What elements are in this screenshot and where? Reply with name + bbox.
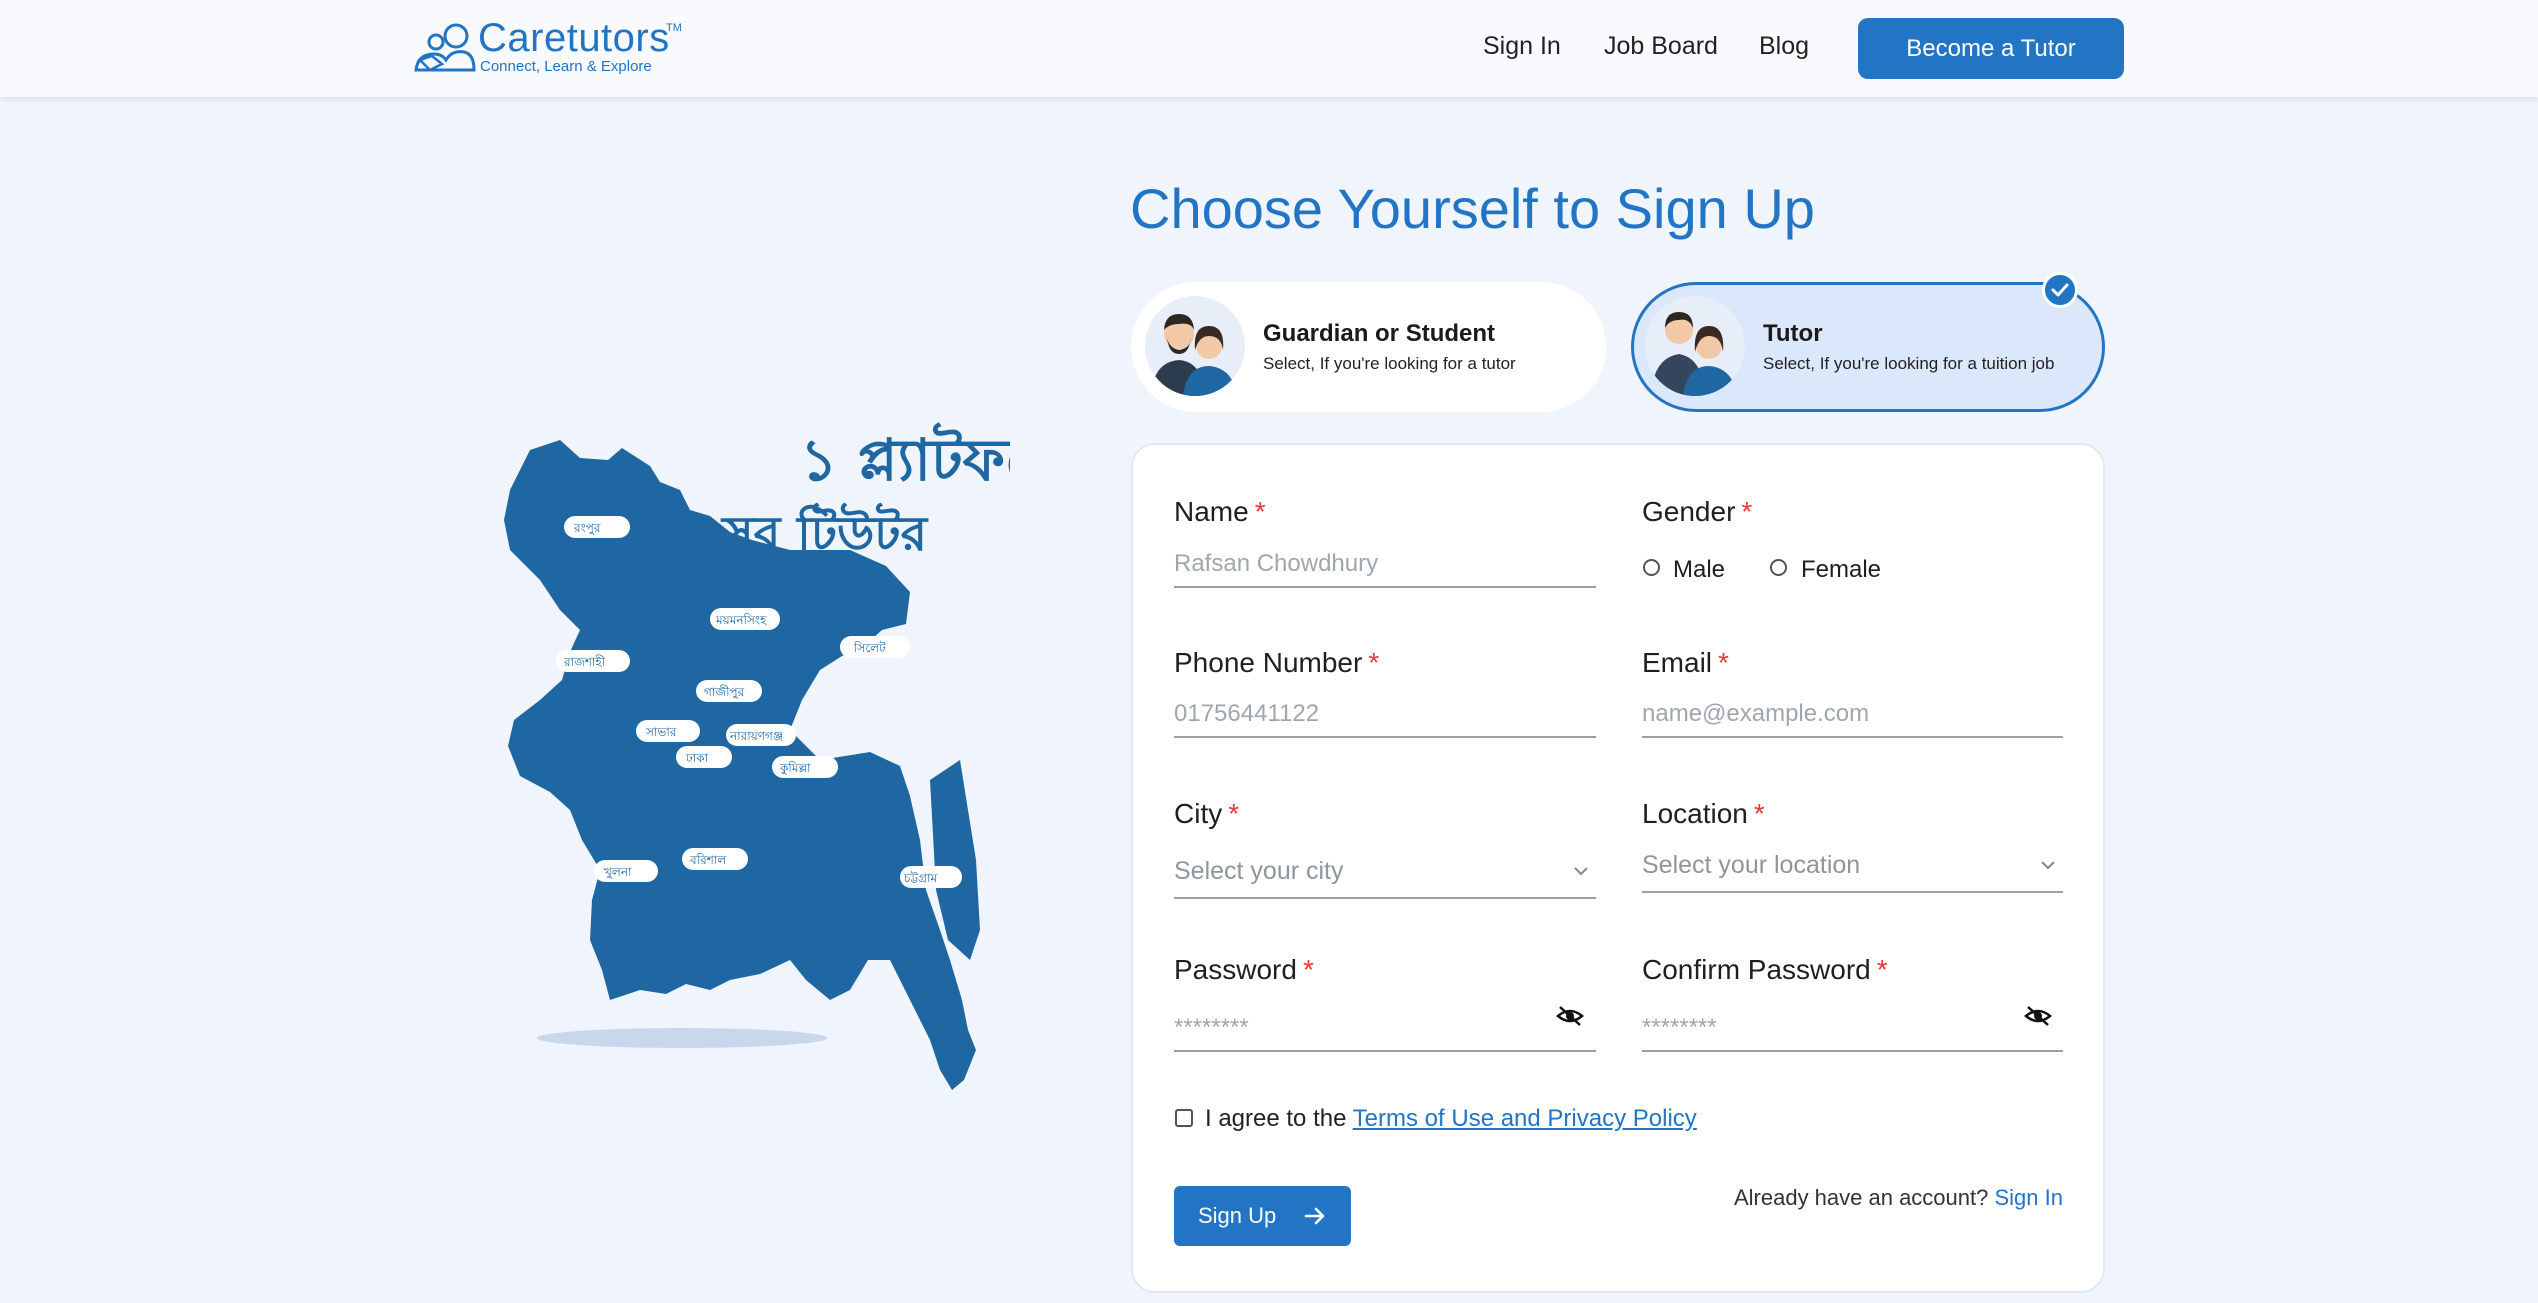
map-label-rajshahi: রাজশাহী	[563, 655, 606, 669]
hero-headline-line2: সব টিউটর	[720, 502, 929, 562]
city-select[interactable]: Select your city	[1174, 851, 1596, 899]
terms-link[interactable]: Terms of Use and Privacy Policy	[1353, 1105, 1697, 1132]
nav-job-board[interactable]: Job Board	[1604, 32, 1718, 61]
role-subtitle-tutor: Select, If you're looking for a tuition …	[1763, 354, 2055, 373]
map-label-narayanganj: নারায়ণগঞ্জ	[729, 729, 783, 743]
sign-up-button-label: Sign Up	[1198, 1203, 1277, 1228]
gender-male-label[interactable]: Male	[1673, 556, 1725, 584]
name-input[interactable]	[1174, 542, 1596, 588]
hero-headline-line1: ১ প্ল্যাটফর্মেই	[800, 422, 1010, 494]
city-select-value: Select your city	[1174, 857, 1344, 885]
page-title: Choose Yourself to Sign Up	[1130, 177, 1815, 240]
location-select[interactable]: Select your location	[1642, 845, 2063, 893]
terms-agreement-text: I agree to the Terms of Use and Privacy …	[1205, 1105, 1697, 1132]
map-label-khulna: খুলনা	[604, 865, 632, 880]
role-title-guardian: Guardian or Student	[1263, 320, 1496, 347]
location-select-value: Select your location	[1642, 851, 1861, 879]
map-label-dhaka: ঢাকা	[685, 751, 709, 765]
chevron-down-icon	[1574, 867, 1588, 876]
password-input[interactable]	[1174, 1006, 1596, 1052]
nav-blog[interactable]: Blog	[1759, 32, 1809, 61]
phone-input[interactable]	[1174, 692, 1596, 738]
logo-people-icon	[414, 23, 476, 72]
nav-sign-in[interactable]: Sign In	[1483, 32, 1561, 61]
terms-checkbox[interactable]	[1175, 1109, 1193, 1127]
map-label-savar: সাভার	[645, 725, 677, 739]
bangladesh-map-graphic: ১ প্ল্যাটফর্মেই সব টিউটর রংপুর ময়মনসিংহ…	[504, 422, 1010, 1090]
map-label-mymensingh: ময়মনসিংহ	[715, 613, 767, 627]
email-input[interactable]	[1642, 692, 2063, 738]
become-tutor-button[interactable]: Become a Tutor	[1858, 18, 2124, 79]
eye-off-icon[interactable]	[1556, 1005, 1584, 1027]
already-account-text: Already have an account? Sign In	[1733, 1185, 2064, 1210]
guardian-avatar-icon	[1145, 296, 1245, 396]
map-label-barishal: বরিশাল	[689, 853, 727, 867]
confirm-password-label: Confirm Password *	[1642, 954, 1888, 985]
sign-up-button[interactable]: Sign Up	[1174, 1186, 1351, 1246]
caretutors-logo[interactable]: Caretutors TM Connect, Learn & Explore	[412, 16, 692, 78]
logo-name: Caretutors	[478, 16, 670, 60]
map-label-sylhet: সিলেট	[853, 641, 886, 655]
map-label-chattogram: চট্টগ্রাম	[903, 871, 938, 885]
gender-male-radio[interactable]	[1643, 559, 1660, 576]
role-card-tutor[interactable]: Tutor Select, If you're looking for a tu…	[1631, 282, 2105, 412]
phone-label: Phone Number *	[1174, 647, 1380, 678]
confirm-password-input[interactable]	[1642, 1006, 2063, 1052]
sign-in-link[interactable]: Sign In	[1995, 1185, 2064, 1210]
logo-trademark: TM	[666, 22, 682, 34]
selected-check-icon	[2042, 272, 2078, 308]
gender-label: Gender *	[1642, 496, 1753, 527]
top-navbar: Caretutors TM Connect, Learn & Explore S…	[0, 0, 2538, 97]
role-card-guardian[interactable]: Guardian or Student Select, If you're lo…	[1131, 282, 1606, 412]
tutor-avatar-icon	[1645, 296, 1745, 396]
eye-off-icon[interactable]	[2024, 1005, 2052, 1027]
city-label: City *	[1174, 798, 1240, 829]
email-label: Email *	[1642, 647, 1729, 678]
gender-female-label[interactable]: Female	[1801, 556, 1881, 584]
map-label-cumilla: কুমিল্লা	[779, 761, 811, 776]
chevron-down-icon	[2041, 861, 2055, 870]
arrow-right-icon	[1304, 1207, 1325, 1225]
gender-female-radio[interactable]	[1770, 559, 1787, 576]
logo-tagline: Connect, Learn & Explore	[480, 58, 652, 75]
map-label-gazipur: গাজীপুর	[704, 685, 745, 700]
password-label: Password *	[1174, 954, 1314, 985]
map-label-rangpur: রংপুর	[573, 521, 601, 536]
role-subtitle-guardian: Select, If you're looking for a tutor	[1263, 354, 1516, 373]
location-label: Location *	[1642, 798, 1765, 829]
name-label: Name *	[1174, 496, 1266, 527]
role-title-tutor: Tutor	[1763, 320, 1823, 347]
bangladesh-map-illustration: ১ প্ল্যাটফর্মেই সব টিউটর রংপুর ময়মনসিংহ…	[490, 400, 1010, 1120]
